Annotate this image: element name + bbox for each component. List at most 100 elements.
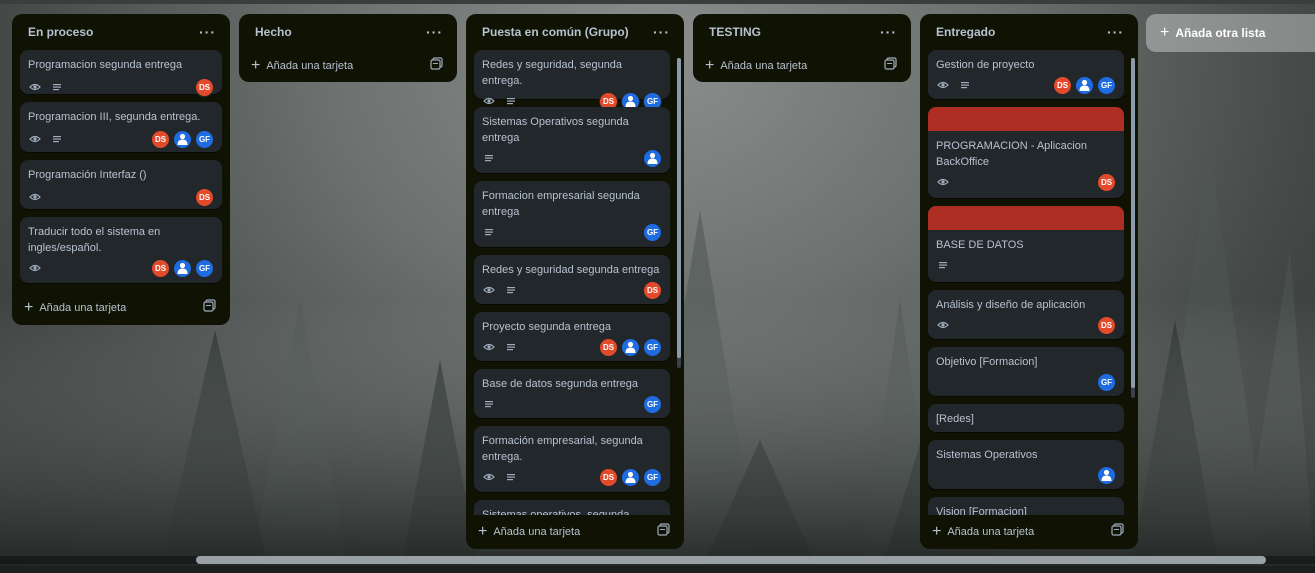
card[interactable]: [Redes] <box>928 404 1124 432</box>
vertical-scrollbar[interactable] <box>1131 58 1135 398</box>
scrollbar-thumb[interactable] <box>1131 58 1135 388</box>
card-list[interactable]: Redes y seguridad, segunda entrega. DS G… <box>474 50 670 515</box>
card-badges <box>936 255 1116 275</box>
card[interactable]: Vision [Formacion] <box>928 497 1124 515</box>
top-bar <box>0 0 1315 4</box>
card[interactable]: Sistemas Operativos segunda entrega <box>474 107 670 173</box>
member-avatar-gf[interactable]: GF <box>643 467 662 487</box>
card-list[interactable]: Gestion de proyecto DS GF PROGRAMACION -… <box>928 50 1124 515</box>
list-title[interactable]: Hecho <box>255 25 292 39</box>
card-badges: DS GF <box>936 75 1116 95</box>
description-icon <box>482 397 496 411</box>
more-icon[interactable]: ··· <box>426 25 443 39</box>
member-avatar-ds[interactable]: DS <box>1097 172 1116 192</box>
member-avatar-ds[interactable]: DS <box>195 77 214 97</box>
horizontal-scrollbar-thumb[interactable] <box>196 556 1266 564</box>
template-icon[interactable] <box>884 57 897 75</box>
card[interactable]: Programación Interfaz () DS <box>20 160 222 209</box>
member-avatar-ds[interactable]: DS <box>599 467 618 487</box>
more-icon[interactable]: ··· <box>880 25 897 39</box>
list-title[interactable]: TESTING <box>709 25 761 39</box>
list-testing: TESTING ··· + Añada una tarjeta <box>693 14 911 82</box>
card[interactable]: Sistemas operativos, segunda <box>474 500 670 515</box>
eye-icon <box>482 283 496 297</box>
card[interactable]: Programacion segunda entrega DS <box>20 50 222 97</box>
member-avatar-gf[interactable]: GF <box>643 222 662 242</box>
card-badges: DS GF <box>482 467 662 487</box>
add-card-button[interactable]: + Añada una tarjeta <box>251 58 353 74</box>
user-avatar-icon[interactable] <box>1075 75 1094 95</box>
description-icon <box>504 470 518 484</box>
card-badges: DS <box>936 172 1116 192</box>
card[interactable]: Formación empresarial, segunda entrega. … <box>474 426 670 492</box>
card[interactable]: PROGRAMACION - Aplicacion BackOffice DS <box>928 107 1124 198</box>
card[interactable]: Proyecto segunda entrega DS GF <box>474 312 670 361</box>
member-avatar-ds[interactable]: DS <box>1097 315 1116 335</box>
list-entregado: Entregado ··· Gestion de proyecto DS GF … <box>920 14 1138 549</box>
plus-icon: + <box>932 523 942 540</box>
card[interactable]: Objetivo [Formacion] GF <box>928 347 1124 396</box>
add-list-button[interactable]: + Añada otra lista <box>1146 14 1315 52</box>
user-avatar-icon[interactable] <box>643 148 662 168</box>
member-avatar-ds[interactable]: DS <box>599 337 618 357</box>
member-avatar-gf[interactable]: GF <box>643 337 662 357</box>
more-icon[interactable]: ··· <box>653 25 670 39</box>
list-header: En proceso ··· <box>20 14 222 50</box>
card[interactable]: Análisis y diseño de aplicación DS <box>928 290 1124 339</box>
user-avatar-icon[interactable] <box>621 337 640 357</box>
list-en-proceso: En proceso ··· Programacion segunda entr… <box>12 14 230 325</box>
card-title: Base de datos segunda entrega <box>482 378 638 390</box>
user-avatar-icon[interactable] <box>621 467 640 487</box>
user-avatar-icon[interactable] <box>173 129 192 149</box>
card-title: Programación Interfaz () <box>28 169 147 181</box>
member-avatar-gf[interactable]: GF <box>195 129 214 149</box>
list-title[interactable]: Puesta en común (Grupo) <box>482 25 629 39</box>
card[interactable]: Formacion empresarial segunda entrega GF <box>474 181 670 247</box>
eye-icon <box>28 132 42 146</box>
add-card-label: Añada una tarjeta <box>39 302 127 314</box>
member-avatar-ds[interactable]: DS <box>151 129 170 149</box>
card[interactable]: Sistemas Operativos <box>928 440 1124 489</box>
member-avatar-ds[interactable]: DS <box>195 187 214 207</box>
card[interactable]: Redes y seguridad, segunda entrega. DS G… <box>474 50 670 111</box>
user-avatar-icon[interactable] <box>173 258 192 278</box>
member-avatar-gf[interactable]: GF <box>1097 372 1116 392</box>
list-title[interactable]: En proceso <box>28 25 93 39</box>
card-badges: DS GF <box>482 337 662 357</box>
template-icon[interactable] <box>203 299 216 317</box>
list-header: TESTING ··· <box>701 14 903 50</box>
card[interactable]: Programacion III, segunda entrega. DS GF <box>20 102 222 152</box>
description-icon <box>504 283 518 297</box>
list-footer: + Añada una tarjeta <box>701 50 903 82</box>
template-icon[interactable] <box>1111 523 1124 541</box>
list-header: Puesta en común (Grupo) ··· <box>474 14 676 50</box>
add-card-button[interactable]: + Añada una tarjeta <box>478 524 580 540</box>
add-card-button[interactable]: + Añada una tarjeta <box>24 300 126 316</box>
scrollbar-thumb[interactable] <box>677 58 681 358</box>
card[interactable]: Gestion de proyecto DS GF <box>928 50 1124 99</box>
user-avatar-icon[interactable] <box>1097 465 1116 485</box>
template-icon[interactable] <box>430 57 443 75</box>
card-badges: DS GF <box>28 258 214 278</box>
card-title: Objetivo [Formacion] <box>936 356 1038 368</box>
card[interactable]: Traducir todo el sistema en ingles/españ… <box>20 217 222 283</box>
card-cover <box>928 107 1124 131</box>
member-avatar-gf[interactable]: GF <box>1097 75 1116 95</box>
card[interactable]: Redes y seguridad segunda entrega DS <box>474 255 670 304</box>
list-title[interactable]: Entregado <box>936 25 995 39</box>
vertical-scrollbar[interactable] <box>677 58 681 368</box>
member-avatar-ds[interactable]: DS <box>1053 75 1072 95</box>
more-icon[interactable]: ··· <box>199 25 216 39</box>
card[interactable]: Base de datos segunda entrega GF <box>474 369 670 418</box>
member-avatar-gf[interactable]: GF <box>195 258 214 278</box>
member-avatar-ds[interactable]: DS <box>151 258 170 278</box>
more-icon[interactable]: ··· <box>1107 25 1124 39</box>
plus-icon: + <box>24 299 34 316</box>
add-card-button[interactable]: + Añada una tarjeta <box>932 524 1034 540</box>
member-avatar-ds[interactable]: DS <box>643 280 662 300</box>
member-avatar-gf[interactable]: GF <box>643 394 662 414</box>
card-title: Vision [Formacion] <box>936 506 1027 515</box>
card[interactable]: BASE DE DATOS <box>928 206 1124 282</box>
template-icon[interactable] <box>657 523 670 541</box>
add-card-button[interactable]: + Añada una tarjeta <box>705 58 807 74</box>
